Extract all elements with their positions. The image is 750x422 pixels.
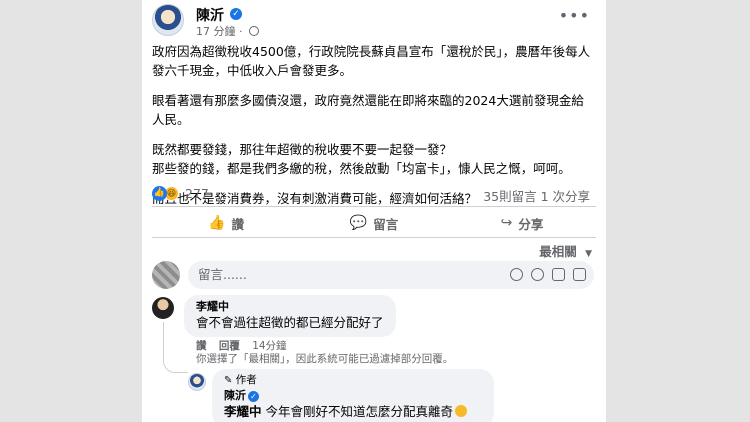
post-card: 陳沂 ✓ 17 分鐘 · ••• 政府因為超徵稅收4500億，行政院院長蘇貞昌宣… bbox=[142, 0, 606, 422]
reply-author-avatar[interactable] bbox=[188, 373, 206, 391]
comment-share-count[interactable]: 35則留言 1 次分享 bbox=[483, 186, 590, 205]
reply-text: 今年會剛好不知道怎麼分配真離奇 bbox=[265, 404, 454, 419]
sort-label: 最相關 bbox=[539, 244, 577, 259]
reply-bubble: ✎ 作者 陳沂 ✓ 李耀中 今年會剛好不知道怎麼分配真離奇 bbox=[212, 369, 494, 422]
author-badge-label: 作者 bbox=[235, 374, 257, 386]
post-meta: 17 分鐘 · bbox=[196, 23, 259, 39]
reply-mention[interactable]: 李耀中 bbox=[224, 404, 262, 419]
grin-emoji-icon bbox=[455, 405, 468, 417]
pencil-icon: ✎ bbox=[224, 375, 233, 386]
emoji-icon[interactable] bbox=[510, 268, 523, 281]
comment-composer: 留言...... bbox=[152, 261, 596, 289]
separator: · bbox=[239, 25, 243, 38]
more-options-icon[interactable]: ••• bbox=[559, 6, 590, 25]
reply-author[interactable]: 陳沂 bbox=[224, 389, 246, 402]
reactions-summary: 👍 😆 277 35則留言 1 次分享 bbox=[152, 185, 596, 205]
post-paragraph: 政府因為超徵稅收4500億，行政院院長蘇貞昌宣布「還稅於民」，農曆年後每人發六千… bbox=[152, 44, 591, 78]
comment-label: 留言 bbox=[373, 216, 399, 232]
like-button[interactable]: 👍 讚 bbox=[152, 210, 300, 236]
camera-icon[interactable] bbox=[531, 268, 544, 281]
comment-author[interactable]: 李耀中 bbox=[196, 299, 384, 314]
comment-bubble: 李耀中 會不會過往超徵的都已經分配好了 bbox=[184, 295, 396, 337]
comment-icon: 💬 bbox=[349, 215, 368, 231]
post-header: 陳沂 ✓ 17 分鐘 · ••• bbox=[152, 4, 596, 39]
verified-badge-icon: ✓ bbox=[248, 391, 259, 402]
sort-dropdown[interactable]: 最相關 ▼ bbox=[539, 241, 592, 260]
author-badge: ✎ 作者 bbox=[224, 373, 482, 388]
post-paragraph: 既然都要發錢，那往年超徵的稅收要不要一起發一發？ 那些發的錢，都是我們多繳的稅，… bbox=[152, 142, 571, 176]
divider bbox=[152, 237, 596, 238]
thumbs-up-icon: 👍 bbox=[208, 215, 226, 231]
post-paragraph: 眼看著還有那麼多國債沒還，政府竟然還能在即將來臨的2024大選前發現金給人民。 bbox=[152, 93, 584, 127]
author-name[interactable]: 陳沂 bbox=[196, 5, 224, 25]
divider bbox=[152, 206, 596, 207]
gif-icon[interactable] bbox=[552, 268, 565, 281]
reply-author-row: 陳沂 ✓ bbox=[224, 388, 482, 403]
post-time[interactable]: 17 分鐘 bbox=[196, 25, 236, 38]
share-icon: ↪ bbox=[500, 215, 513, 231]
caret-down-icon: ▼ bbox=[585, 249, 592, 259]
like-label: 讚 bbox=[231, 216, 244, 232]
like-reaction-icon: 👍 bbox=[152, 186, 167, 201]
sticker-icon[interactable] bbox=[573, 268, 586, 281]
reply-text-row: 李耀中 今年會剛好不知道怎麼分配真離奇 bbox=[224, 403, 482, 421]
post-actions: 👍 讚 💬 留言 ↪ 分享 bbox=[152, 210, 596, 236]
author-avatar[interactable] bbox=[152, 4, 184, 36]
share-button[interactable]: ↪ 分享 bbox=[448, 210, 596, 236]
commenter-avatar[interactable] bbox=[152, 297, 174, 319]
filter-note: 你選擇了「最相關」，因此系統可能已過濾掉部分回覆。 bbox=[196, 353, 454, 365]
reply-thread-line bbox=[163, 322, 188, 373]
verified-badge-icon: ✓ bbox=[230, 8, 242, 20]
reaction-count[interactable]: 277 bbox=[185, 186, 209, 201]
composer-tools bbox=[510, 268, 586, 281]
globe-icon bbox=[249, 26, 259, 36]
comment-button[interactable]: 💬 留言 bbox=[300, 210, 448, 236]
comment-text: 會不會過往超徵的都已經分配好了 bbox=[196, 315, 384, 330]
current-user-avatar bbox=[152, 261, 180, 289]
share-label: 分享 bbox=[518, 216, 544, 232]
